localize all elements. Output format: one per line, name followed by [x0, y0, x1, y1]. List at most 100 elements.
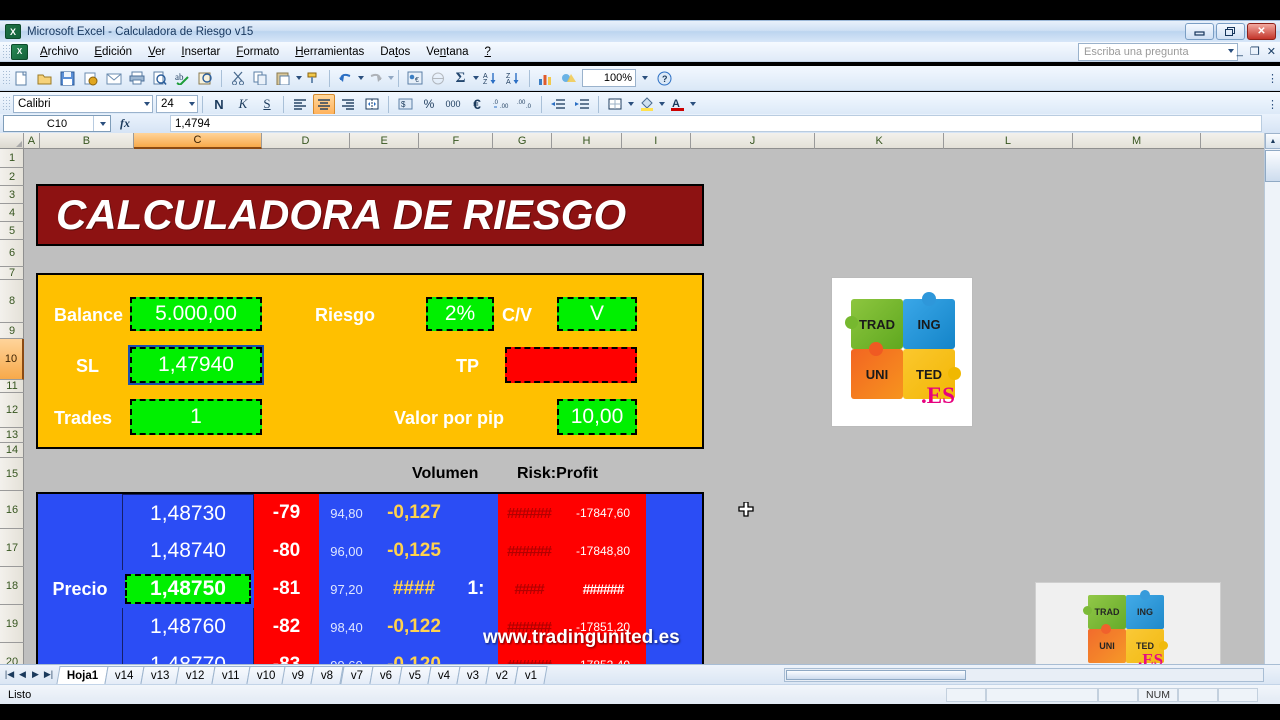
column-header-c[interactable]: C [133, 133, 263, 149]
table-row[interactable]: 1,48740 -80 96,00 -0,125 ###### -17848,8… [38, 532, 702, 570]
row-header-12[interactable]: 12 [0, 393, 24, 428]
paste-options-chevron-icon[interactable] [296, 76, 302, 80]
row-header-5[interactable]: 5 [0, 222, 24, 240]
new-icon[interactable] [11, 68, 32, 89]
row-header-10[interactable]: 10 [0, 339, 24, 380]
print-preview-icon[interactable] [149, 68, 170, 89]
menu-help[interactable]: ? [477, 44, 499, 60]
font-size-chevron-icon[interactable] [189, 102, 195, 106]
decrease-decimal-icon[interactable]: .00.0 [514, 94, 536, 115]
sl-input[interactable]: 1,47940 [128, 345, 264, 385]
fill-color-chevron-icon[interactable] [659, 102, 665, 106]
row-header-4[interactable]: 4 [0, 204, 24, 222]
zoom-chevron-icon[interactable] [642, 76, 648, 80]
borders-chevron-icon[interactable] [628, 102, 634, 106]
row-header-14[interactable]: 14 [0, 443, 24, 458]
undo-icon[interactable] [335, 68, 356, 89]
sheet-tab-v14[interactable]: v14 [104, 665, 145, 684]
sheet-tab-v1[interactable]: v1 [514, 665, 549, 684]
copy-icon[interactable] [250, 68, 271, 89]
balance-input[interactable]: 5.000,00 [130, 297, 262, 331]
chart-wizard-icon[interactable] [535, 68, 556, 89]
row-header-1[interactable]: 1 [0, 149, 24, 168]
sheet-tab-v11[interactable]: v11 [211, 665, 251, 684]
column-header-l[interactable]: L [944, 133, 1073, 149]
minimize-button[interactable] [1185, 23, 1214, 40]
column-header-i[interactable]: I [622, 133, 691, 149]
row-header-6[interactable]: 6 [0, 240, 24, 267]
trades-input[interactable]: 1 [130, 399, 262, 435]
autosum-icon[interactable]: Σ [450, 68, 471, 89]
horizontal-scroll-thumb[interactable] [786, 669, 966, 680]
row-header-19[interactable]: 19 [0, 605, 24, 643]
sheet-tab-v6[interactable]: v6 [369, 665, 403, 684]
save-icon[interactable] [57, 68, 78, 89]
tp-input[interactable] [505, 347, 637, 383]
align-center-icon[interactable] [313, 93, 335, 115]
close-button[interactable]: ✕ [1247, 23, 1276, 40]
row-header-16[interactable]: 16 [0, 491, 24, 529]
scroll-up-button[interactable]: ▲ [1265, 133, 1280, 149]
vertical-scrollbar[interactable]: ▲ [1264, 133, 1280, 664]
italic-button[interactable]: K [232, 94, 254, 115]
hyperlink-icon[interactable]: € [404, 68, 425, 89]
redo-icon[interactable] [365, 68, 386, 89]
table-row[interactable]: 1,48730 -79 94,80 -0,127 ###### -17847,6… [38, 494, 702, 532]
menu-formato[interactable]: Formato [228, 44, 287, 60]
standard-toolbar-grip[interactable] [2, 70, 10, 86]
paste-icon[interactable] [273, 68, 294, 89]
euro-style-button[interactable]: € [466, 94, 488, 115]
row-header-8[interactable]: 8 [0, 280, 24, 323]
name-box[interactable]: C10 [3, 115, 111, 132]
font-color-icon[interactable]: A [666, 94, 688, 115]
spelling-icon[interactable]: ab [172, 68, 193, 89]
autosum-chevron-icon[interactable] [473, 76, 479, 80]
sheet-tab-v10[interactable]: v10 [246, 665, 286, 684]
permission-icon[interactable] [80, 68, 101, 89]
format-painter-icon[interactable] [303, 68, 324, 89]
menu-ventana[interactable]: Ventana [418, 44, 476, 60]
menu-herramientas[interactable]: Herramientas [287, 44, 372, 60]
sheet-tab-v5[interactable]: v5 [398, 665, 432, 684]
column-header-b[interactable]: B [40, 133, 134, 149]
redo-chevron-icon[interactable] [388, 76, 394, 80]
sheet-tab-hoja1[interactable]: Hoja1 [56, 665, 109, 684]
row-header-20[interactable]: 20 [0, 643, 24, 665]
print-icon[interactable] [126, 68, 147, 89]
nav-last-sheet-icon[interactable]: ▶| [43, 669, 54, 680]
column-header-k[interactable]: K [815, 133, 945, 149]
borders-icon[interactable] [604, 94, 626, 115]
menu-archivo[interactable]: Archivo [32, 44, 86, 60]
row-header-13[interactable]: 13 [0, 428, 24, 443]
column-header-f[interactable]: F [419, 133, 494, 149]
menu-insertar[interactable]: Insertar [173, 44, 228, 60]
formatting-toolbar-grip[interactable] [2, 96, 10, 112]
menu-edicion[interactable]: Edición [86, 44, 140, 60]
row-header-3[interactable]: 3 [0, 186, 24, 204]
column-header-m[interactable]: M [1073, 133, 1202, 149]
workbook-restore-button[interactable]: ❐ [1250, 45, 1260, 58]
column-header-e[interactable]: E [350, 133, 420, 149]
row-header-11[interactable]: 11 [0, 380, 24, 393]
nav-first-sheet-icon[interactable]: |◀ [4, 669, 15, 680]
insert-table-icon[interactable] [427, 68, 448, 89]
horizontal-scrollbar[interactable] [784, 667, 1264, 682]
menu-ver[interactable]: Ver [140, 44, 173, 60]
sheet-tab-v13[interactable]: v13 [140, 665, 181, 684]
vertical-scroll-thumb[interactable] [1265, 150, 1280, 182]
column-header-g[interactable]: G [493, 133, 553, 149]
formatting-options-chevron-icon[interactable]: ⋮ [1267, 98, 1278, 111]
toolbar-options-chevron-icon[interactable]: ⋮ [1267, 72, 1278, 85]
sheet-tab-v7[interactable]: v7 [339, 665, 374, 684]
open-icon[interactable] [34, 68, 55, 89]
nav-next-sheet-icon[interactable]: ▶ [30, 669, 41, 680]
research-icon[interactable] [195, 68, 216, 89]
row-header-18[interactable]: 18 [0, 567, 24, 605]
font-color-chevron-icon[interactable] [690, 102, 696, 106]
row-header-15[interactable]: 15 [0, 458, 24, 491]
email-icon[interactable] [103, 68, 124, 89]
font-name-input[interactable]: Calibri [13, 95, 153, 113]
font-size-input[interactable]: 24 [156, 95, 198, 113]
currency-style-icon[interactable]: $ [394, 94, 416, 115]
percent-style-button[interactable]: % [418, 94, 440, 115]
